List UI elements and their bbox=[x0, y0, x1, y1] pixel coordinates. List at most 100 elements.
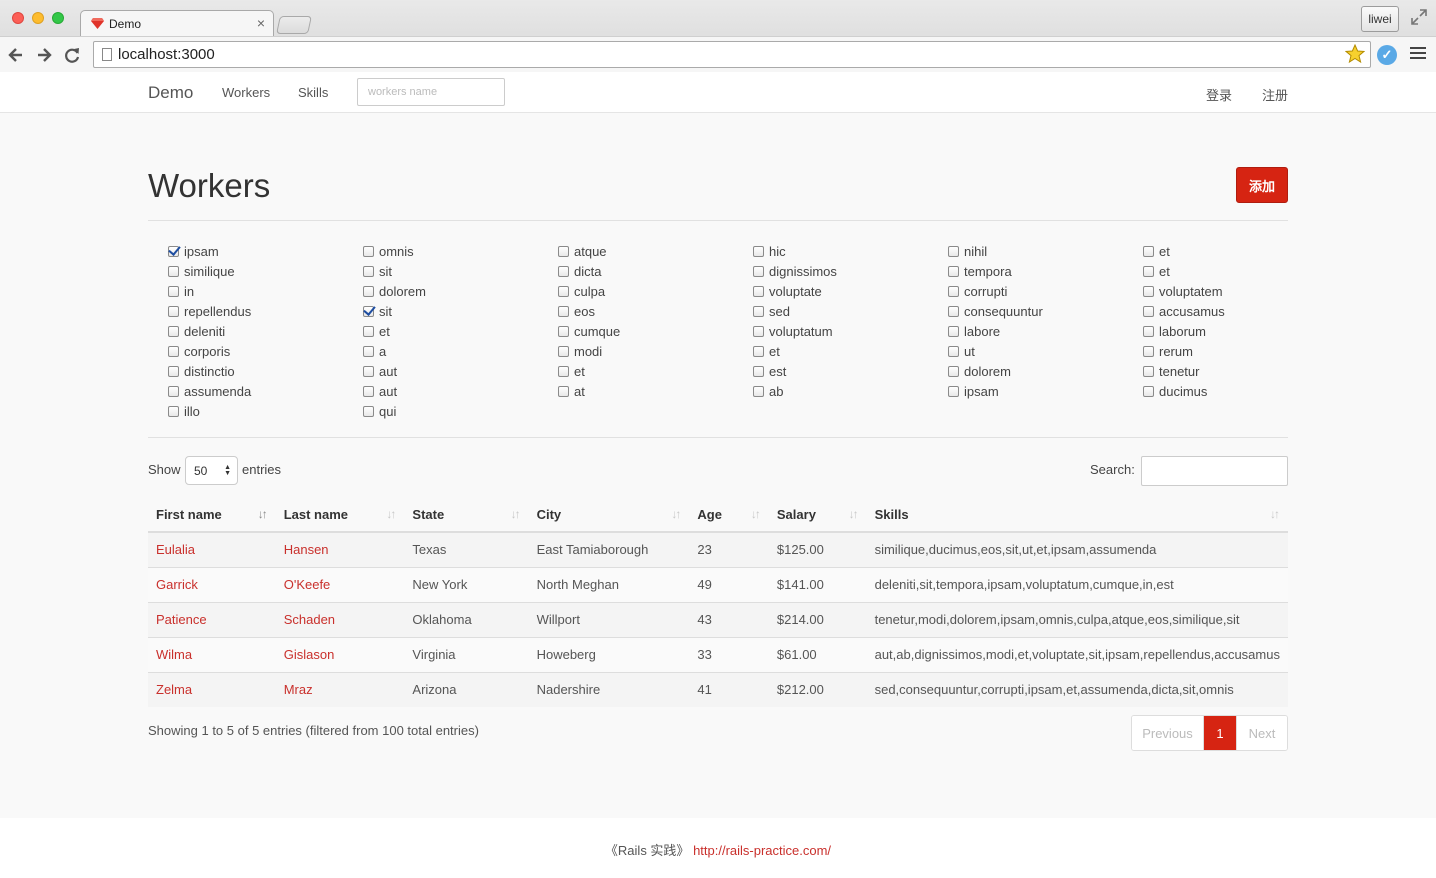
skill-checkbox-item[interactable]: corporis bbox=[168, 341, 358, 361]
skill-checkbox[interactable] bbox=[1143, 265, 1154, 277]
skill-checkbox[interactable] bbox=[168, 245, 179, 257]
last-name-link[interactable]: O'Keefe bbox=[275, 566, 405, 602]
bookmark-star-icon[interactable] bbox=[1345, 44, 1365, 64]
skill-checkbox-item[interactable]: dignissimos bbox=[753, 261, 943, 281]
skill-checkbox[interactable] bbox=[558, 345, 569, 357]
skill-checkbox[interactable] bbox=[168, 285, 179, 297]
fullscreen-icon[interactable] bbox=[1410, 8, 1428, 26]
column-header[interactable]: Last name ↓↑ bbox=[275, 497, 405, 533]
skill-checkbox-item[interactable]: ab bbox=[753, 381, 943, 401]
skill-checkbox-item[interactable]: et bbox=[1143, 261, 1333, 281]
first-name-link[interactable]: Garrick bbox=[148, 566, 276, 602]
register-link[interactable]: 注册 bbox=[1262, 85, 1288, 104]
skill-checkbox-item[interactable]: voluptate bbox=[753, 281, 943, 301]
skill-checkbox[interactable] bbox=[1143, 325, 1154, 337]
skill-checkbox[interactable] bbox=[363, 385, 374, 397]
skill-checkbox-item[interactable]: repellendus bbox=[168, 301, 358, 321]
skill-checkbox-item[interactable]: rerum bbox=[1143, 341, 1333, 361]
skill-checkbox[interactable] bbox=[1143, 285, 1154, 297]
skill-checkbox[interactable] bbox=[363, 345, 374, 357]
skill-checkbox-item[interactable]: sit bbox=[363, 261, 553, 281]
skill-checkbox-item[interactable]: distinctio bbox=[168, 361, 358, 381]
hamburger-menu-icon[interactable] bbox=[1410, 47, 1426, 61]
skill-checkbox[interactable] bbox=[753, 285, 764, 297]
skill-checkbox-item[interactable]: dolorem bbox=[948, 361, 1138, 381]
skill-checkbox[interactable] bbox=[753, 345, 764, 357]
skill-checkbox[interactable] bbox=[948, 265, 959, 277]
skill-checkbox[interactable] bbox=[363, 245, 374, 257]
skill-checkbox-item[interactable]: nihil bbox=[948, 241, 1138, 261]
skill-checkbox-item[interactable]: et bbox=[753, 341, 943, 361]
skill-checkbox[interactable] bbox=[168, 405, 179, 417]
skill-checkbox[interactable] bbox=[1143, 245, 1154, 257]
skill-checkbox-item[interactable]: ducimus bbox=[1143, 381, 1333, 401]
skill-checkbox-item[interactable]: cumque bbox=[558, 321, 748, 341]
close-window-button[interactable] bbox=[12, 12, 24, 24]
workers-search-input[interactable] bbox=[357, 78, 505, 106]
nav-workers-link[interactable]: Workers bbox=[222, 85, 270, 100]
skill-checkbox[interactable] bbox=[948, 385, 959, 397]
skill-checkbox[interactable] bbox=[558, 265, 569, 277]
skill-checkbox[interactable] bbox=[363, 405, 374, 417]
skill-checkbox-item[interactable]: ipsam bbox=[168, 241, 358, 261]
browser-tab[interactable]: Demo × bbox=[80, 10, 274, 36]
brand-link[interactable]: Demo bbox=[148, 83, 193, 103]
last-name-link[interactable]: Hansen bbox=[275, 531, 405, 567]
skill-checkbox-item[interactable]: labore bbox=[948, 321, 1138, 341]
skill-checkbox[interactable] bbox=[753, 365, 764, 377]
skill-checkbox[interactable] bbox=[948, 345, 959, 357]
skill-checkbox[interactable] bbox=[168, 385, 179, 397]
column-header[interactable]: First name ↓↑ bbox=[148, 497, 276, 533]
footer-link[interactable]: http://rails-practice.com/ bbox=[693, 843, 831, 858]
skill-checkbox[interactable] bbox=[948, 305, 959, 317]
add-worker-button[interactable]: 添加 bbox=[1236, 167, 1288, 203]
skill-checkbox[interactable] bbox=[1143, 345, 1154, 357]
skill-checkbox-item[interactable]: voluptatum bbox=[753, 321, 943, 341]
column-header[interactable]: Salary ↓↑ bbox=[768, 497, 867, 533]
skill-checkbox-item[interactable]: et bbox=[1143, 241, 1333, 261]
last-name-link[interactable]: Gislason bbox=[275, 636, 405, 672]
skill-checkbox[interactable] bbox=[1143, 305, 1154, 317]
skill-checkbox[interactable] bbox=[363, 305, 374, 317]
skill-checkbox-item[interactable]: accusamus bbox=[1143, 301, 1333, 321]
skill-checkbox-item[interactable]: eos bbox=[558, 301, 748, 321]
skill-checkbox-item[interactable]: corrupti bbox=[948, 281, 1138, 301]
skill-checkbox-item[interactable]: hic bbox=[753, 241, 943, 261]
last-name-link[interactable]: Schaden bbox=[275, 601, 405, 637]
skill-checkbox[interactable] bbox=[948, 285, 959, 297]
next-page-button[interactable]: Next bbox=[1237, 716, 1287, 750]
first-name-link[interactable]: Wilma bbox=[148, 636, 276, 672]
skill-checkbox-item[interactable]: atque bbox=[558, 241, 748, 261]
skill-checkbox[interactable] bbox=[363, 285, 374, 297]
skill-checkbox-item[interactable]: at bbox=[558, 381, 748, 401]
skill-checkbox[interactable] bbox=[1143, 385, 1154, 397]
first-name-link[interactable]: Patience bbox=[148, 601, 276, 637]
zoom-window-button[interactable] bbox=[52, 12, 64, 24]
skill-checkbox-item[interactable]: in bbox=[168, 281, 358, 301]
skill-checkbox[interactable] bbox=[753, 305, 764, 317]
page-number-button[interactable]: 1 bbox=[1204, 716, 1237, 750]
skill-checkbox-item[interactable]: similique bbox=[168, 261, 358, 281]
skill-checkbox-item[interactable]: dolorem bbox=[363, 281, 553, 301]
skill-checkbox[interactable] bbox=[168, 345, 179, 357]
previous-page-button[interactable]: Previous bbox=[1132, 716, 1204, 750]
new-tab-button[interactable] bbox=[276, 16, 312, 34]
skill-checkbox-item[interactable]: dicta bbox=[558, 261, 748, 281]
skill-checkbox[interactable] bbox=[1143, 365, 1154, 377]
skill-checkbox[interactable] bbox=[948, 245, 959, 257]
column-header[interactable]: Skills ↓↑ bbox=[866, 497, 1288, 533]
skill-checkbox[interactable] bbox=[558, 285, 569, 297]
login-link[interactable]: 登录 bbox=[1206, 85, 1232, 104]
skill-checkbox-item[interactable]: laborum bbox=[1143, 321, 1333, 341]
minimize-window-button[interactable] bbox=[32, 12, 44, 24]
skill-checkbox[interactable] bbox=[168, 365, 179, 377]
skill-checkbox[interactable] bbox=[558, 365, 569, 377]
skill-checkbox-item[interactable]: tempora bbox=[948, 261, 1138, 281]
back-arrow-icon[interactable] bbox=[6, 45, 26, 65]
skill-checkbox[interactable] bbox=[753, 245, 764, 257]
address-bar[interactable]: localhost:3000 bbox=[93, 41, 1371, 68]
skill-checkbox-item[interactable]: omnis bbox=[363, 241, 553, 261]
skill-checkbox[interactable] bbox=[753, 325, 764, 337]
column-header[interactable]: Age ↓↑ bbox=[689, 497, 769, 533]
skill-checkbox[interactable] bbox=[753, 265, 764, 277]
